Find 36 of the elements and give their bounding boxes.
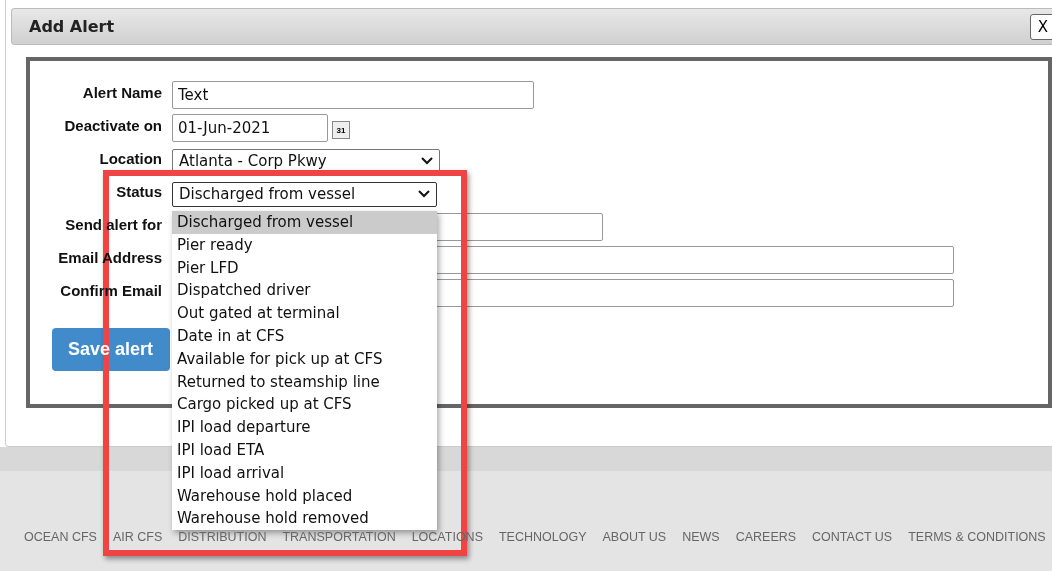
- dropdown-option[interactable]: Out gated at terminal: [172, 302, 437, 325]
- dropdown-option[interactable]: Warehouse hold placed: [172, 484, 437, 508]
- dropdown-option[interactable]: Warehouse hold removed: [172, 507, 437, 531]
- dropdown-option[interactable]: Returned to steamship line: [172, 370, 437, 394]
- dropdown-option[interactable]: Dispatched driver: [172, 279, 437, 303]
- text-field[interactable]: Text: [172, 81, 534, 109]
- chevron-down-icon: [421, 157, 433, 165]
- footer-link[interactable]: CAREERS: [735, 530, 797, 544]
- footer-link[interactable]: TERMS & CONDITIONS: [908, 530, 1046, 544]
- footer-link[interactable]: ABOUT US: [602, 530, 667, 544]
- dropdown-option[interactable]: IPI load departure: [172, 416, 437, 439]
- dropdown-option[interactable]: Date in at CFS: [172, 325, 437, 348]
- chevron-down-icon: [418, 190, 430, 198]
- calendar-button[interactable]: 31: [332, 121, 350, 139]
- dropdown-option[interactable]: IPI load ETA: [172, 438, 437, 462]
- dropdown-option[interactable]: Discharged from vessel: [172, 211, 437, 234]
- dropdown-option[interactable]: Available for pick up at CFS: [172, 347, 437, 371]
- field-label: Alert Name: [81, 83, 162, 101]
- footer-link[interactable]: CONTACT US: [812, 530, 893, 544]
- dropdown-option[interactable]: Pier ready: [172, 233, 437, 257]
- footer-link[interactable]: AIR CFS: [112, 530, 163, 544]
- select-dropdown[interactable]: Discharged from vessel: [172, 181, 437, 207]
- field-label: Status: [115, 182, 162, 200]
- footer-link[interactable]: TRANSPORTATION: [282, 530, 396, 544]
- close-button[interactable]: X: [1030, 13, 1052, 40]
- dialog-title: Add Alert: [29, 17, 115, 36]
- dropdown-option[interactable]: Cargo picked up at CFS: [172, 393, 437, 417]
- footer-link[interactable]: DISTRIBUTION: [178, 530, 267, 544]
- field-label: Location: [98, 149, 162, 167]
- date-field[interactable]: 01-Jun-2021: [172, 114, 328, 142]
- dropdown-option[interactable]: IPI load arrival: [172, 461, 437, 485]
- dropdown-option[interactable]: Pier LFD: [172, 256, 437, 280]
- field-label: Deactivate on: [63, 116, 162, 134]
- footer-link[interactable]: OCEAN CFS: [24, 530, 97, 544]
- footer-link[interactable]: TECHNOLOGY: [498, 530, 587, 544]
- footer-link[interactable]: NEWS: [682, 530, 720, 544]
